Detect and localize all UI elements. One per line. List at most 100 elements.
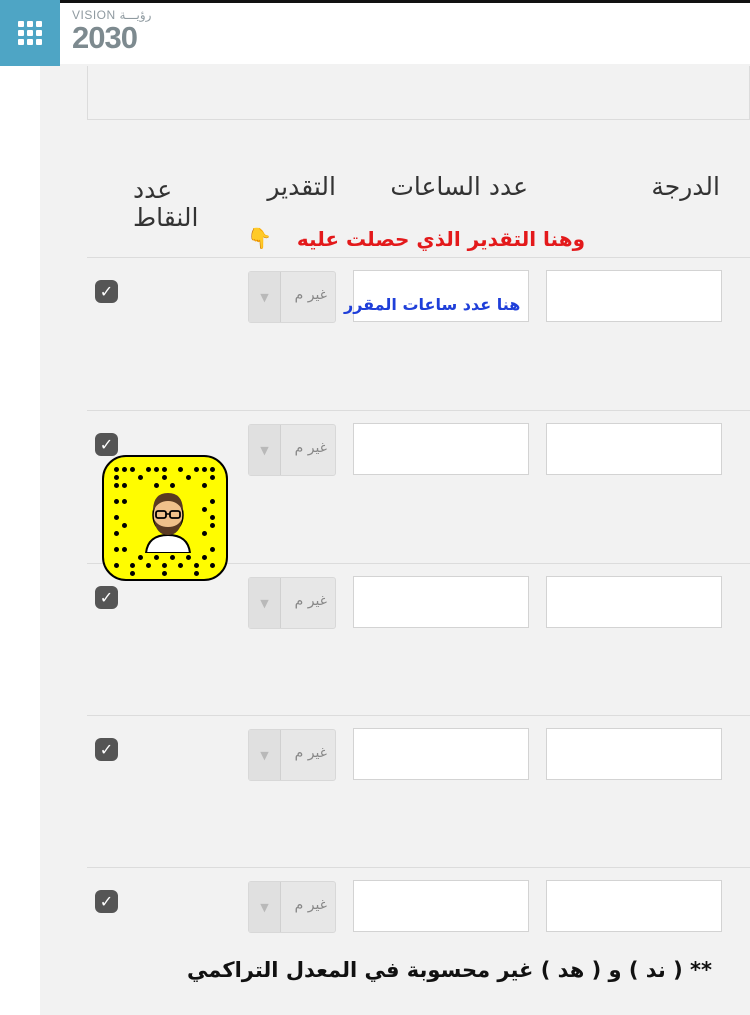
caret-down-icon: ▼ <box>249 425 281 475</box>
snapcode-dot <box>114 475 119 480</box>
top-divider <box>60 0 750 3</box>
snapcode-dot <box>146 563 151 568</box>
row-checkbox[interactable]: ✓ <box>95 433 118 456</box>
snapcode-dot <box>114 483 119 488</box>
left-margin <box>0 66 40 1015</box>
caret-down-icon: ▼ <box>249 882 281 932</box>
snapcode-dot <box>186 555 191 560</box>
snapcode-dot <box>122 523 127 528</box>
header-hours: عدد الساعات <box>390 172 528 201</box>
snapcode-dot <box>154 555 159 560</box>
snapcode-image <box>102 455 228 581</box>
row-divider <box>87 867 750 868</box>
snapcode-dot <box>162 563 167 568</box>
snapcode-dot <box>170 483 175 488</box>
snapcode-dot <box>202 555 207 560</box>
row-divider <box>87 257 750 258</box>
header-rating: التقدير <box>267 172 336 201</box>
checkmark-icon: ✓ <box>99 892 114 911</box>
caret-down-icon: ▼ <box>249 578 281 628</box>
rating-select[interactable]: ▼ غير م <box>248 729 336 781</box>
snapcode-dot <box>114 499 119 504</box>
snapcode-dot <box>178 563 183 568</box>
snapcode-dot <box>122 483 127 488</box>
grade-input[interactable] <box>546 880 722 932</box>
snapcode-dot <box>114 563 119 568</box>
rating-select[interactable]: ▼ غير م <box>248 271 336 323</box>
menu-button[interactable] <box>0 0 60 66</box>
snapcode-dot <box>154 467 159 472</box>
snapcode-dot <box>194 571 199 576</box>
grade-input[interactable] <box>546 423 722 475</box>
avatar-icon <box>144 493 192 553</box>
rating-select[interactable]: ▼ غير م <box>248 577 336 629</box>
snapcode-dot <box>194 467 199 472</box>
hours-input[interactable] <box>353 576 529 628</box>
snapcode-dot <box>130 563 135 568</box>
table-row: ✓ ▼ غير م <box>40 867 750 1015</box>
snapcode-dot <box>202 531 207 536</box>
snapcode-dot <box>162 475 167 480</box>
snapcode-dot <box>178 467 183 472</box>
snapcode-dot <box>114 531 119 536</box>
snapcode-dot <box>114 515 119 520</box>
table-row: ✓ ▼ غير م <box>40 715 750 867</box>
top-empty-box <box>87 66 750 120</box>
snapcode-dot <box>138 555 143 560</box>
row-checkbox[interactable]: ✓ <box>95 890 118 913</box>
snapcode-dot <box>202 467 207 472</box>
snapcode-dot <box>122 499 127 504</box>
header-grade: الدرجة <box>651 172 720 201</box>
snapcode-dot <box>210 515 215 520</box>
hours-input[interactable] <box>353 728 529 780</box>
row-divider <box>87 410 750 411</box>
snapcode-dot <box>114 547 119 552</box>
hours-input[interactable] <box>353 423 529 475</box>
snapcode-dot <box>202 507 207 512</box>
snapcode-dot <box>194 563 199 568</box>
rating-select-value: غير م <box>294 287 327 303</box>
snapcode-dot <box>114 467 119 472</box>
rating-select-value: غير م <box>294 897 327 913</box>
snapcode-dot <box>130 571 135 576</box>
header-points: عدد النقاط <box>133 175 199 232</box>
snapcode-dot <box>138 475 143 480</box>
table-row: ✓ ▼ غير م <box>40 563 750 715</box>
snapcode-dot <box>122 467 127 472</box>
snapcode-dot <box>130 467 135 472</box>
hours-annotation: هنا عدد ساعات المقرر <box>344 295 521 314</box>
footer-note: ** ( ند ) و ( هد ) غير محسوبة في المعدل … <box>187 958 712 982</box>
row-checkbox[interactable]: ✓ <box>95 738 118 761</box>
rating-select[interactable]: ▼ غير م <box>248 424 336 476</box>
row-checkbox[interactable]: ✓ <box>95 586 118 609</box>
checkmark-icon: ✓ <box>99 435 114 454</box>
grade-input[interactable] <box>546 270 722 322</box>
rating-select-value: غير م <box>294 440 327 456</box>
snapcode-dot <box>154 483 159 488</box>
snapcode-dot <box>122 547 127 552</box>
row-checkbox[interactable]: ✓ <box>95 280 118 303</box>
snapcode-dot <box>186 475 191 480</box>
pointing-hand-icon: 👇 <box>247 226 272 250</box>
grade-input[interactable] <box>546 728 722 780</box>
rating-annotation: وهنا التقدير الذي حصلت عليه <box>296 227 585 251</box>
snapcode-dot <box>170 555 175 560</box>
snapcode-dot <box>210 547 215 552</box>
vision-logo-year: 2030 <box>72 20 138 55</box>
snapcode-dot <box>210 499 215 504</box>
rating-select-value: غير م <box>294 593 327 609</box>
snapcode-dot <box>210 563 215 568</box>
rating-select[interactable]: ▼ غير م <box>248 881 336 933</box>
grade-input[interactable] <box>546 576 722 628</box>
caret-down-icon: ▼ <box>249 272 281 322</box>
snapcode-dot <box>202 483 207 488</box>
snapcode-dot <box>162 467 167 472</box>
snapcode-dot <box>210 523 215 528</box>
caret-down-icon: ▼ <box>249 730 281 780</box>
hours-input[interactable] <box>353 880 529 932</box>
checkmark-icon: ✓ <box>99 588 114 607</box>
grid-icon <box>18 21 42 45</box>
snapcode-dot <box>210 467 215 472</box>
checkmark-icon: ✓ <box>99 282 114 301</box>
row-divider <box>87 715 750 716</box>
